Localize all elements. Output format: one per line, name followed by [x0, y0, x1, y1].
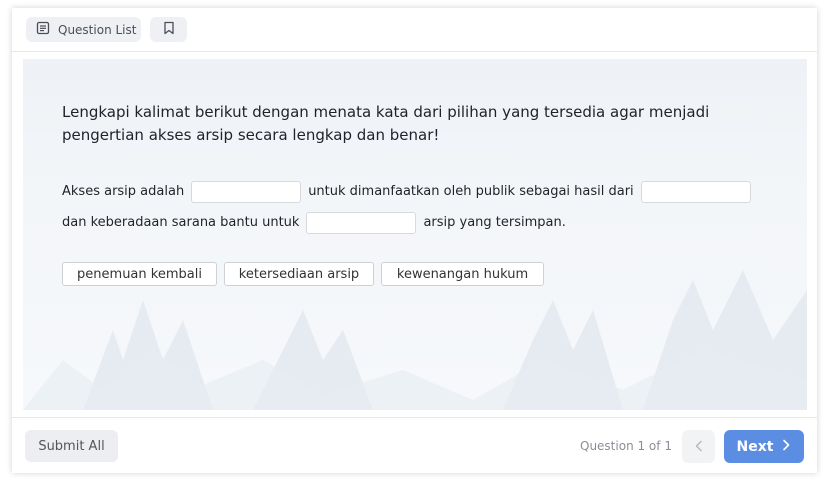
footer-bar: Submit All Question 1 of 1 Next: [12, 417, 817, 474]
question-list-label: Question List: [58, 22, 137, 37]
option-chip[interactable]: kewenangan hukum: [381, 262, 544, 286]
question-prompt: Lengkapi kalimat berikut dengan menata k…: [62, 103, 710, 144]
sentence-line-1: Akses arsip adalah untuk dimanfaatkan ol…: [62, 176, 782, 207]
sentence-text: dan keberadaan sarana bantu untuk: [62, 215, 300, 230]
sentence-text: Akses arsip adalah: [62, 184, 185, 199]
option-chip[interactable]: ketersediaan arsip: [224, 262, 374, 286]
chevron-right-icon: [781, 439, 791, 455]
bookmark-button[interactable]: [150, 17, 187, 42]
forest-background-illustration: [23, 270, 807, 410]
sentence-text: untuk dimanfaatkan oleh publik sebagai h…: [308, 184, 634, 199]
top-toolbar: Question List: [12, 8, 817, 52]
chevron-left-icon: [694, 437, 704, 456]
answer-blank-3[interactable]: [306, 211, 417, 234]
question-list-button[interactable]: Question List: [26, 17, 141, 42]
answer-blank-2[interactable]: [640, 180, 751, 203]
fill-in-sentence: Akses arsip adalah untuk dimanfaatkan ol…: [62, 176, 782, 238]
sentence-line-2: dan keberadaan sarana bantu untuk arsip …: [62, 207, 782, 238]
previous-button[interactable]: [682, 430, 715, 463]
next-button[interactable]: Next: [724, 430, 804, 463]
quiz-card: Question List Lengkapi kalimat berikut d…: [12, 8, 817, 473]
question-panel: Lengkapi kalimat berikut dengan menata k…: [23, 59, 807, 410]
list-document-icon: [36, 21, 50, 38]
answer-blank-1[interactable]: [191, 180, 302, 203]
answer-options: penemuan kembali ketersediaan arsip kewe…: [62, 262, 551, 286]
bookmark-icon: [163, 21, 175, 38]
submit-all-button[interactable]: Submit All: [25, 430, 118, 462]
question-counter: Question 1 of 1: [580, 439, 672, 453]
option-chip[interactable]: penemuan kembali: [62, 262, 217, 286]
next-label: Next: [736, 438, 774, 455]
sentence-text: arsip yang tersimpan.: [423, 215, 566, 230]
